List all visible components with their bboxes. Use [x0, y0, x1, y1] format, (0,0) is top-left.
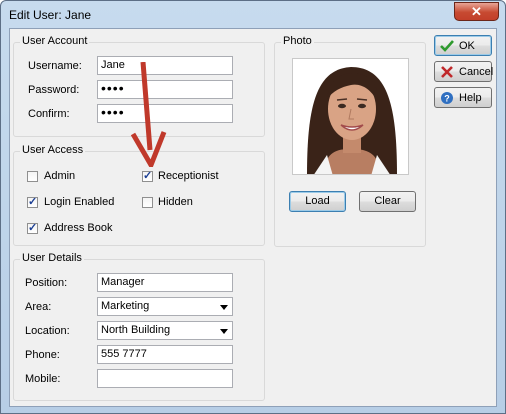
address-book-checkbox[interactable]: ✓	[27, 222, 38, 234]
area-dropdown[interactable]: Marketing	[97, 297, 233, 316]
username-label: Username:	[28, 60, 82, 72]
close-icon: ✕	[471, 4, 482, 19]
location-value: North Building	[101, 324, 171, 336]
photo-title: Photo	[281, 35, 314, 47]
chevron-down-icon	[220, 329, 228, 334]
x-icon	[441, 66, 453, 78]
cancel-button[interactable]: Cancel	[434, 61, 494, 82]
admin-checkbox[interactable]	[27, 171, 38, 182]
ok-label: OK	[459, 40, 475, 52]
user-photo	[292, 58, 409, 175]
login-enabled-checkbox[interactable]: ✓	[27, 196, 38, 208]
help-button[interactable]: ? Help	[434, 87, 492, 108]
confirm-label: Confirm:	[28, 108, 70, 120]
login-enabled-label: Login Enabled	[44, 196, 115, 208]
location-label: Location:	[25, 325, 70, 337]
clear-photo-button[interactable]: Clear	[359, 191, 416, 212]
check-icon	[440, 40, 454, 52]
user-details-title: User Details	[20, 252, 84, 264]
hidden-label: Hidden	[158, 196, 193, 208]
phone-label: Phone:	[25, 349, 60, 361]
photo-group: Photo Load Clear	[274, 35, 426, 247]
receptionist-label: Receptionist	[158, 170, 219, 182]
admin-label: Admin	[44, 170, 76, 182]
password-label: Password:	[28, 84, 80, 96]
dialog-client-area: User Account Username: Jane Password: ••…	[9, 28, 497, 407]
mobile-label: Mobile:	[25, 373, 61, 385]
title-bar[interactable]: Edit User: Jane ✕	[1, 1, 505, 28]
area-label: Area:	[25, 301, 52, 313]
check-icon: ✓	[143, 170, 153, 182]
chevron-down-icon	[220, 305, 228, 310]
hidden-checkbox[interactable]	[142, 197, 153, 208]
check-icon: ✓	[28, 222, 38, 234]
address-book-label: Address Book	[44, 222, 113, 234]
receptionist-checkbox[interactable]: ✓	[142, 170, 153, 182]
edit-user-dialog: Edit User: Jane ✕ User Account Username:…	[0, 0, 506, 414]
close-button[interactable]: ✕	[454, 2, 499, 21]
check-icon: ✓	[28, 196, 38, 208]
portrait-image	[293, 59, 408, 174]
help-icon: ?	[441, 92, 453, 104]
user-details-group: User Details Position: Manager Area: Mar…	[13, 252, 265, 401]
phone-field[interactable]: 555 7777	[97, 345, 233, 364]
ok-button[interactable]: OK	[434, 35, 492, 56]
position-label: Position:	[25, 277, 68, 289]
svg-text:?: ?	[444, 94, 450, 104]
position-field[interactable]: Manager	[97, 273, 233, 292]
cancel-label: Cancel	[459, 66, 494, 78]
user-account-title: User Account	[20, 35, 90, 47]
help-label: Help	[459, 92, 482, 104]
window-title: Edit User: Jane	[9, 8, 92, 22]
location-dropdown[interactable]: North Building	[97, 321, 233, 340]
area-value: Marketing	[101, 300, 150, 312]
mobile-field[interactable]	[97, 369, 233, 388]
red-arrow-annotation	[130, 62, 167, 167]
load-photo-button[interactable]: Load	[289, 191, 346, 212]
user-access-title: User Access	[20, 144, 86, 156]
